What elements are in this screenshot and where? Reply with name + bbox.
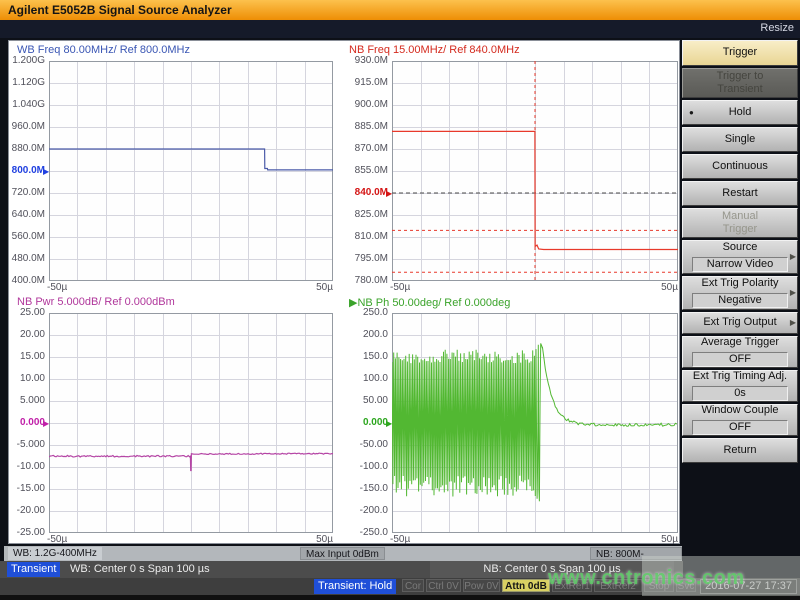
sidebar-item-window-couple-value: OFF bbox=[692, 420, 788, 435]
chart-d-ytick: 200.0 bbox=[350, 329, 388, 340]
chart-b-ytick: 780.0M bbox=[350, 275, 388, 286]
chart-d-ytick: -100.0 bbox=[350, 461, 388, 472]
sidebar-item-source[interactable]: SourceNarrow Video▶ bbox=[682, 240, 798, 274]
chart-c-ytick: 0.000 bbox=[7, 417, 45, 428]
chart-d-ytick: -50.00 bbox=[350, 439, 388, 450]
chart-b-ytick: 810.0M bbox=[350, 231, 388, 242]
chart-b-ytick: 870.0M bbox=[350, 143, 388, 154]
status-bar-ranges: WB: 1.2G-400MHz Max Input 0dBm NB: 800M-… bbox=[4, 546, 682, 561]
chart-a-ytick: 800.0M bbox=[7, 165, 45, 176]
chart-a-ytick: 640.0M bbox=[7, 209, 45, 220]
sidebar-item-ext-trig-output[interactable]: Ext Trig Output▶ bbox=[682, 312, 798, 334]
chart-b-xtick-left: -50µ bbox=[390, 282, 410, 293]
chart-a-ytick: 1.200G bbox=[7, 55, 45, 66]
chart-b-ytick: 855.0M bbox=[350, 165, 388, 176]
chart-b-ytick: 825.0M bbox=[350, 209, 388, 220]
sidebar-item-source-value: Narrow Video bbox=[692, 257, 788, 272]
chart-a-ytick: 720.0M bbox=[7, 187, 45, 198]
sidebar-item-continuous[interactable]: Continuous bbox=[682, 154, 798, 179]
window-title: Agilent E5052B Signal Source Analyzer bbox=[8, 3, 232, 17]
chart-c-xtick-left: -50µ bbox=[47, 534, 67, 545]
chart-c-ytick: -10.00 bbox=[7, 461, 45, 472]
chart-d-ytick: -150.0 bbox=[350, 483, 388, 494]
submenu-arrow-icon: ▶ bbox=[790, 252, 796, 262]
chart-d-ytick: 100.0 bbox=[350, 373, 388, 384]
chart-b-plot bbox=[392, 61, 678, 281]
sidebar-item-return[interactable]: Return bbox=[682, 438, 798, 463]
sidebar-item-hold[interactable]: Hold● bbox=[682, 100, 798, 125]
chart-a-ytick: 960.0M bbox=[7, 121, 45, 132]
chart-a-xtick-left: -50µ bbox=[47, 282, 67, 293]
chart-a-ytick: 880.0M bbox=[7, 143, 45, 154]
sidebar-item-trigger-to-transient: Trigger toTransient bbox=[682, 68, 798, 98]
chart-c-ytick: 10.00 bbox=[7, 373, 45, 384]
submenu-arrow-icon: ▶ bbox=[790, 288, 796, 298]
chart-d-xtick-right: 50µ bbox=[648, 534, 678, 545]
chart-c-xtick-right: 50µ bbox=[303, 534, 333, 545]
app-window: Agilent E5052B Signal Source Analyzer Re… bbox=[0, 0, 800, 600]
submenu-arrow-icon: ▶ bbox=[790, 318, 796, 328]
sidebar-item-window-couple[interactable]: Window CoupleOFF bbox=[682, 404, 798, 436]
chart-d-ytick: 150.0 bbox=[350, 351, 388, 362]
chart-b-ytick: 795.0M bbox=[350, 253, 388, 264]
chart-d-ytick: -250.0 bbox=[350, 527, 388, 538]
title-bar: Agilent E5052B Signal Source Analyzer bbox=[0, 0, 800, 20]
sidebar-item-ext-trig-timing-adj-value: 0s bbox=[692, 386, 788, 401]
chart-c-ytick: -25.00 bbox=[7, 527, 45, 538]
sidebar-item-ext-trig-timing-adj[interactable]: Ext Trig Timing Adj.0s bbox=[682, 370, 798, 402]
status-indicator-cor: Cor bbox=[402, 579, 424, 592]
chart-a-plot bbox=[49, 61, 333, 281]
chart-a-xtick-right: 50µ bbox=[303, 282, 333, 293]
mode-badge: Transient bbox=[7, 562, 60, 577]
chart-b-ytick: 840.0M bbox=[350, 187, 388, 198]
chart-c-ytick: -15.00 bbox=[7, 483, 45, 494]
sidebar-item-manual-trigger: ManualTrigger bbox=[682, 208, 798, 238]
watermark: www.cntronics.com bbox=[548, 567, 800, 590]
chart-b-ytick: 900.0M bbox=[350, 99, 388, 110]
sidebar-item-trigger[interactable]: Trigger bbox=[682, 40, 798, 66]
chart-c-ytick: -20.00 bbox=[7, 505, 45, 516]
sidebar-item-average-trigger[interactable]: Average TriggerOFF bbox=[682, 336, 798, 368]
chart-b-xtick-right: 50µ bbox=[648, 282, 678, 293]
chart-area: WB Freq 80.00MHz/ Ref 800.0MHz1.200G1.12… bbox=[8, 40, 680, 544]
chart-d-xtick-left: -50µ bbox=[390, 534, 410, 545]
chart-d-ytick: 0.000 bbox=[350, 417, 388, 428]
chart-c-plot bbox=[49, 313, 333, 533]
sidebar-item-average-trigger-value: OFF bbox=[692, 352, 788, 367]
resize-button[interactable]: Resize bbox=[760, 22, 794, 34]
chart-d-plot bbox=[392, 313, 678, 533]
selected-bullet-icon: ● bbox=[689, 108, 694, 118]
chart-c-ytick: 5.000 bbox=[7, 395, 45, 406]
chart-c-ytick: 25.00 bbox=[7, 307, 45, 318]
chart-a-ytick: 1.040G bbox=[7, 99, 45, 110]
chart-b-ytick: 915.0M bbox=[350, 77, 388, 88]
wb-sweep-label: WB: Center 0 s Span 100 µs bbox=[70, 561, 210, 578]
chart-c-ytick: -5.000 bbox=[7, 439, 45, 450]
wb-range-label: WB: 1.2G-400MHz bbox=[8, 547, 102, 560]
status-indicator-attn-0db: Attn 0dB bbox=[502, 579, 550, 592]
sidebar-item-ext-trig-polarity-value: Negative bbox=[692, 293, 788, 308]
chart-a-ytick: 1.120G bbox=[7, 77, 45, 88]
chart-a-ytick: 560.0M bbox=[7, 231, 45, 242]
chart-c-ytick: 15.00 bbox=[7, 351, 45, 362]
max-input-label: Max Input 0dBm bbox=[300, 547, 385, 560]
chart-a-ytick: 480.0M bbox=[7, 253, 45, 264]
sidebar-item-ext-trig-polarity[interactable]: Ext Trig PolarityNegative▶ bbox=[682, 276, 798, 310]
chart-a-ytick: 400.0M bbox=[7, 275, 45, 286]
status-indicator-ctrl-0v: Ctrl 0V bbox=[426, 579, 461, 592]
chart-d-ytick: 50.00 bbox=[350, 395, 388, 406]
menu-strip: Resize bbox=[0, 20, 800, 38]
chart-b-ytick: 930.0M bbox=[350, 55, 388, 66]
sidebar-item-single[interactable]: Single bbox=[682, 127, 798, 152]
status-indicator-pow-0v: Pow 0V bbox=[463, 579, 500, 592]
chart-d-ytick: -200.0 bbox=[350, 505, 388, 516]
sidebar-menu: TriggerTrigger toTransientHold●SingleCon… bbox=[682, 40, 798, 465]
trigger-state-badge: Transient: Hold bbox=[314, 579, 396, 594]
sidebar-item-restart[interactable]: Restart bbox=[682, 181, 798, 206]
chart-b-ytick: 885.0M bbox=[350, 121, 388, 132]
chart-c-ytick: 20.00 bbox=[7, 329, 45, 340]
chart-d-ytick: 250.0 bbox=[350, 307, 388, 318]
